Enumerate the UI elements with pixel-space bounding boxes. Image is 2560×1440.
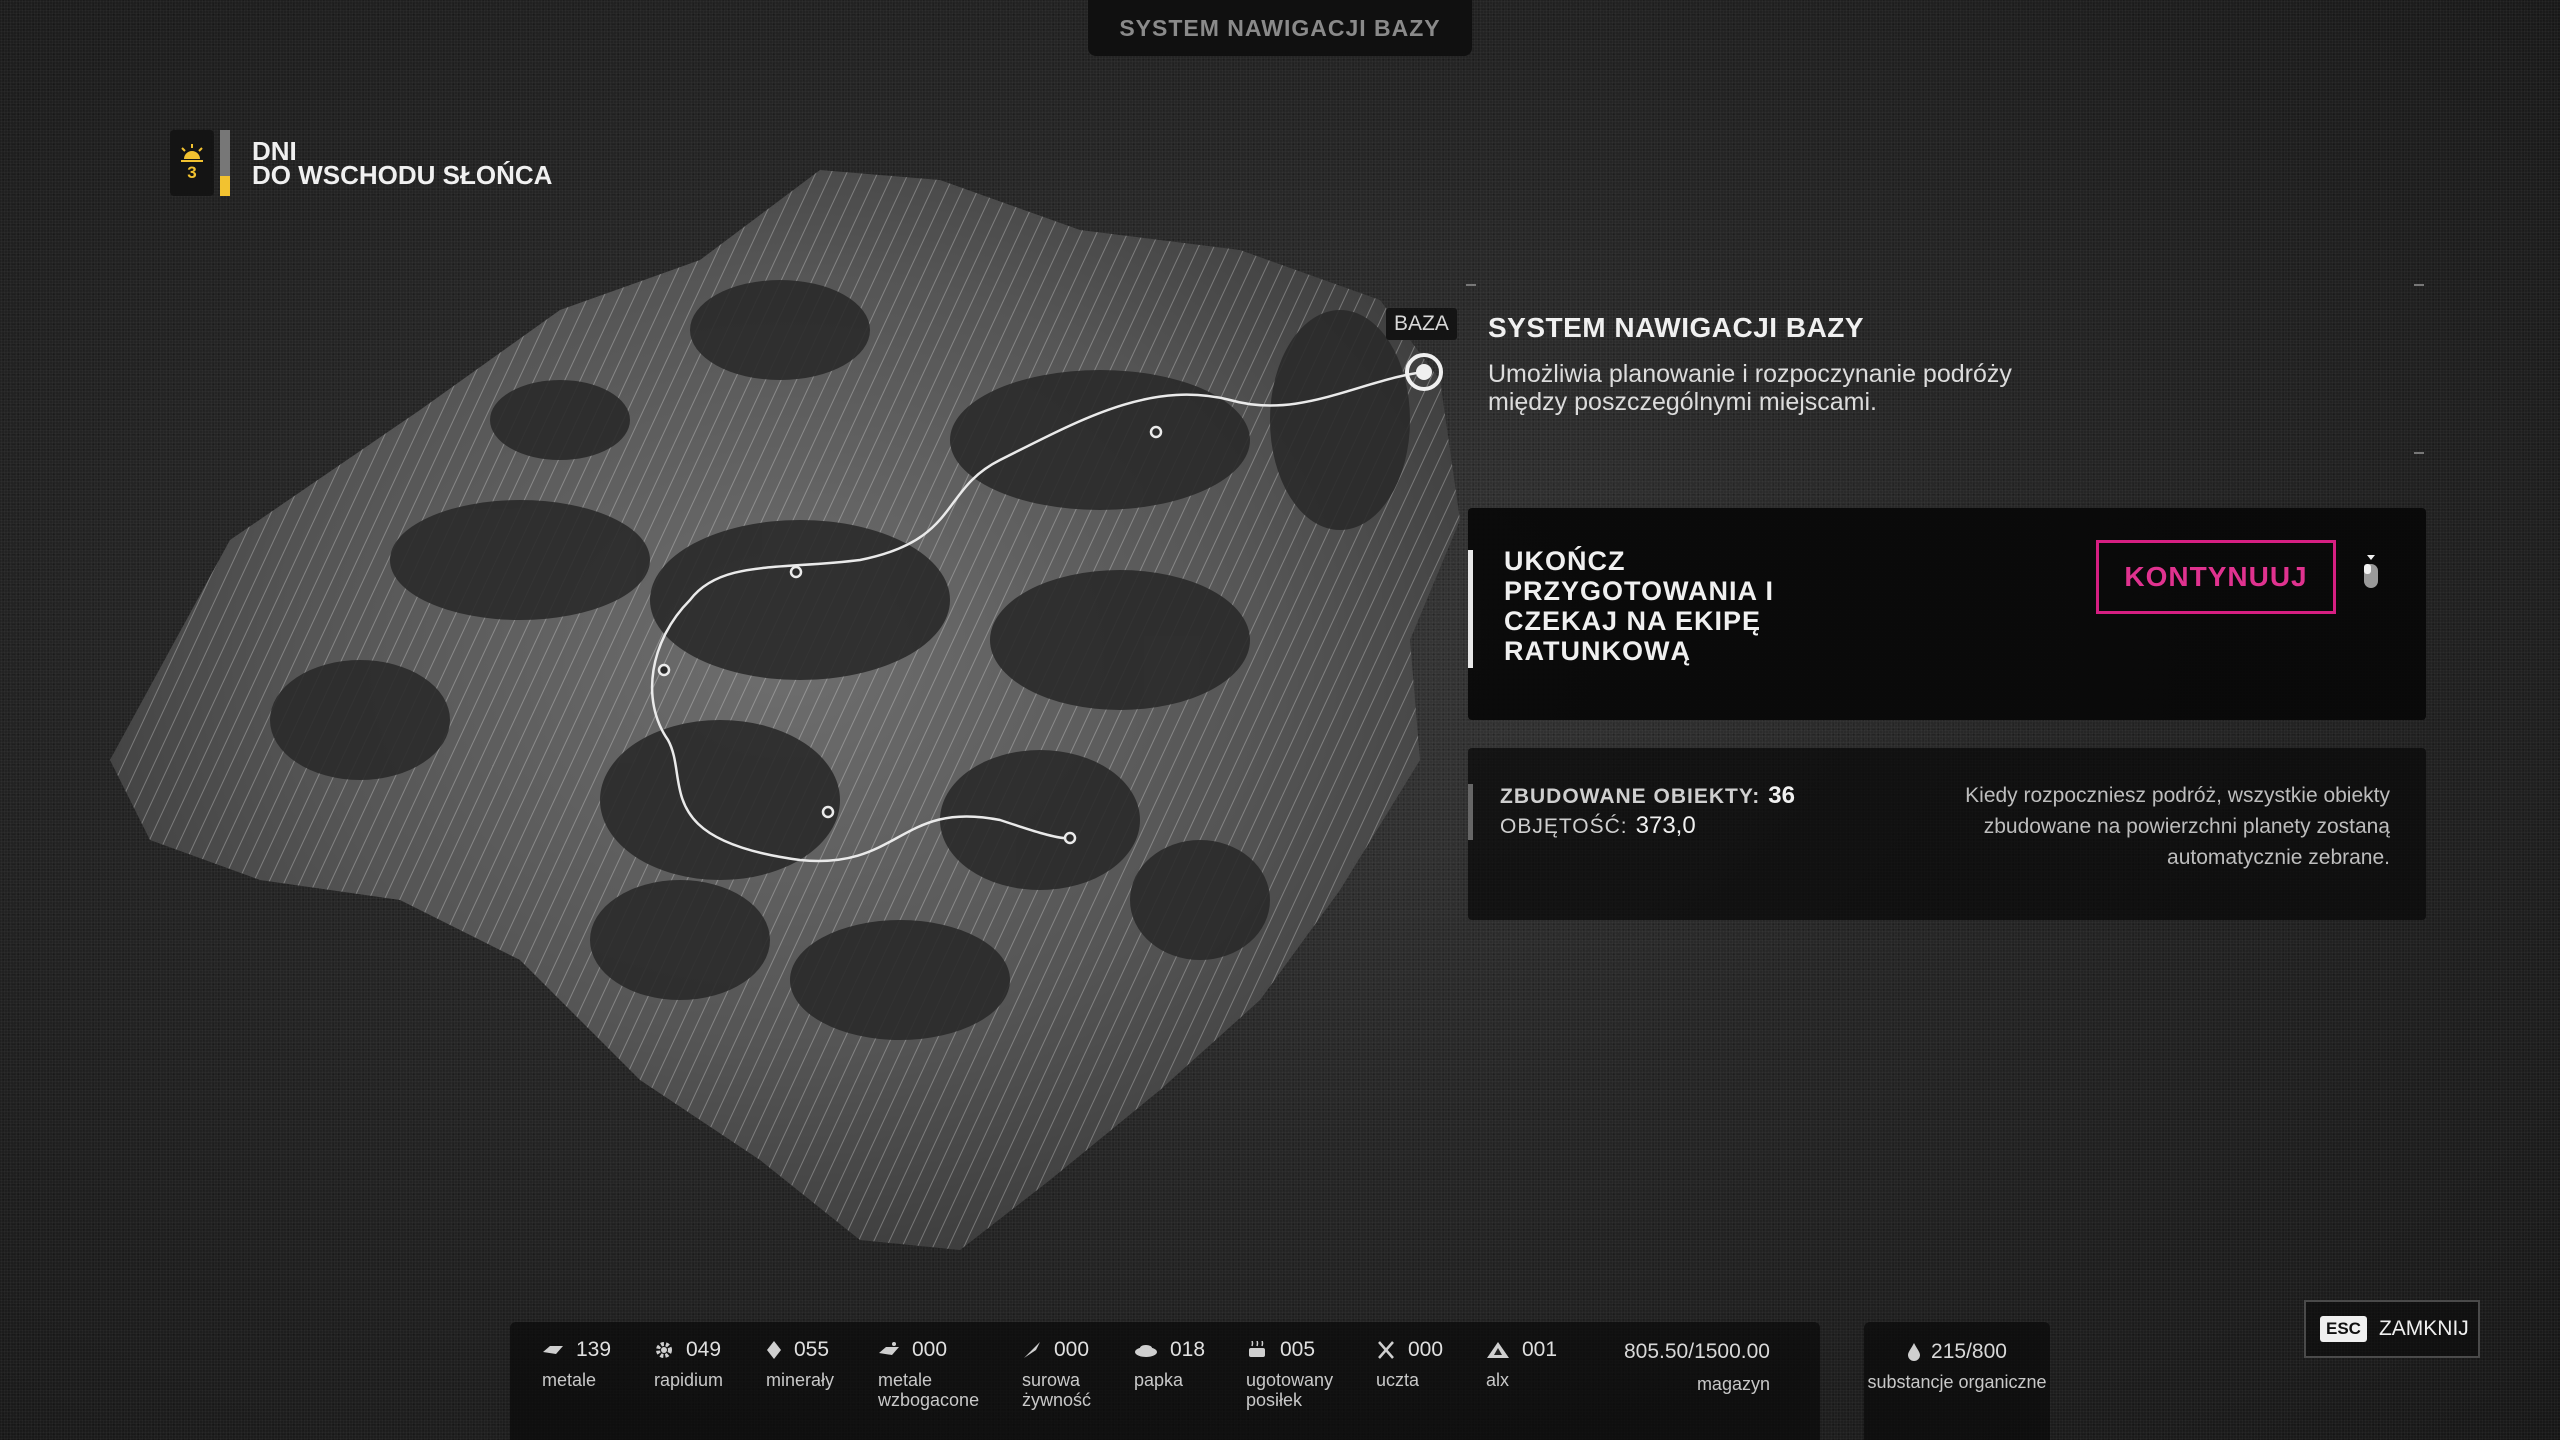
stats-panel: ZBUDOWANE OBIEKTY: 36 OBJĘTOŚĆ: 373,0 Kied… bbox=[1468, 748, 2426, 920]
mush-icon bbox=[1135, 1345, 1157, 1357]
metal-icon bbox=[543, 1346, 563, 1354]
close-button[interactable]: ESC ZAMKNIJ bbox=[2304, 1300, 2480, 1358]
volume-value: 373,0 bbox=[1635, 812, 1696, 839]
organic-label: substancje organiczne bbox=[1867, 1372, 2047, 1392]
resource-bar: 139 metale 049 rapidium 055 minerały 000… bbox=[510, 1322, 1820, 1440]
objective-accent-bar bbox=[1468, 550, 1473, 668]
raw-food-icon bbox=[1024, 1342, 1040, 1358]
resource-ugotowany-posilek: 005 ugotowany posiłek bbox=[1246, 1338, 1334, 1410]
crystal-icon bbox=[767, 1341, 781, 1359]
continue-button[interactable]: KONTYNUUJ bbox=[2096, 540, 2336, 614]
corner-tick bbox=[1466, 284, 1476, 286]
collection-note: Kiedy rozpoczniesz podróż, wszystkie obi… bbox=[1965, 784, 2390, 869]
mouse-icon bbox=[2364, 555, 2378, 588]
sun-icon bbox=[181, 144, 203, 162]
top-title: SYSTEM NAWIGACJI BAZY bbox=[1119, 14, 1441, 41]
close-label: ZAMKNIJ bbox=[2378, 1317, 2469, 1340]
corner-tick bbox=[2414, 284, 2424, 286]
volume-row: OBJĘTOŚĆ: 373,0 bbox=[1500, 812, 1696, 840]
terrain-map bbox=[110, 170, 1460, 1250]
days-until-sunrise: 3 DNI DO WSCHODU SŁOŃCA bbox=[170, 130, 552, 196]
resource-papka: 018 papka bbox=[1134, 1338, 1206, 1390]
drop-icon bbox=[1908, 1343, 1921, 1361]
organic-substances: 215/800 substancje organiczne bbox=[1864, 1322, 2050, 1440]
resource-surowa-zywnosc: 000 surowa żywność bbox=[1022, 1338, 1092, 1410]
built-objects-row: ZBUDOWANE OBIEKTY: 36 bbox=[1500, 782, 1795, 810]
feast-icon bbox=[1378, 1341, 1394, 1359]
esc-key-icon: ESC bbox=[2320, 1316, 2367, 1342]
objective-text: UKOŃCZ PRZYGOTOWANIA I CZEKAJ NA EKIPĘ R… bbox=[1504, 546, 1775, 666]
info-title: SYSTEM NAWIGACJI BAZY bbox=[1488, 312, 1865, 343]
cooked-meal-icon bbox=[1249, 1341, 1265, 1357]
resource-uczta: 000 uczta bbox=[1376, 1338, 1444, 1390]
built-objects-value: 36 bbox=[1768, 782, 1795, 809]
gear-icon bbox=[656, 1342, 672, 1358]
resource-alx: 001 alx bbox=[1486, 1338, 1558, 1390]
stats-accent-bar bbox=[1468, 784, 1473, 840]
days-sublabel: DO WSCHODU SŁOŃCA bbox=[252, 160, 553, 190]
base-label: BAZA bbox=[1386, 308, 1457, 340]
storage-capacity: 805.50/1500.00 magazyn bbox=[1624, 1340, 1770, 1395]
enriched-metal-icon bbox=[879, 1342, 899, 1355]
days-count: 3 bbox=[187, 163, 197, 182]
organic-value: 215/800 bbox=[1931, 1340, 2007, 1363]
resource-metale-wzbogacone: 000 metale wzbogacone bbox=[878, 1338, 980, 1410]
volume-label: OBJĘTOŚĆ: bbox=[1500, 815, 1628, 838]
day-progress-bar bbox=[220, 130, 230, 196]
storage-label: magazyn bbox=[1696, 1374, 1770, 1394]
resource-metale: 139 metale bbox=[542, 1338, 612, 1390]
resource-rapidium: 049 rapidium bbox=[654, 1338, 724, 1390]
top-title-tab: SYSTEM NAWIGACJI BAZY bbox=[1088, 0, 1472, 56]
storage-value: 805.50/1500.00 bbox=[1624, 1340, 1770, 1363]
info-description: Umożliwia planowanie i rozpoczynanie pod… bbox=[1488, 360, 2012, 416]
alx-icon bbox=[1487, 1342, 1509, 1358]
objective-panel: UKOŃCZ PRZYGOTOWANIA I CZEKAJ NA EKIPĘ R… bbox=[1468, 508, 2426, 720]
resource-mineraly: 055 minerały bbox=[766, 1338, 835, 1390]
built-objects-label: ZBUDOWANE OBIEKTY: bbox=[1500, 785, 1761, 808]
corner-tick bbox=[2414, 452, 2424, 454]
sunrise-indicator: 3 bbox=[170, 130, 214, 196]
